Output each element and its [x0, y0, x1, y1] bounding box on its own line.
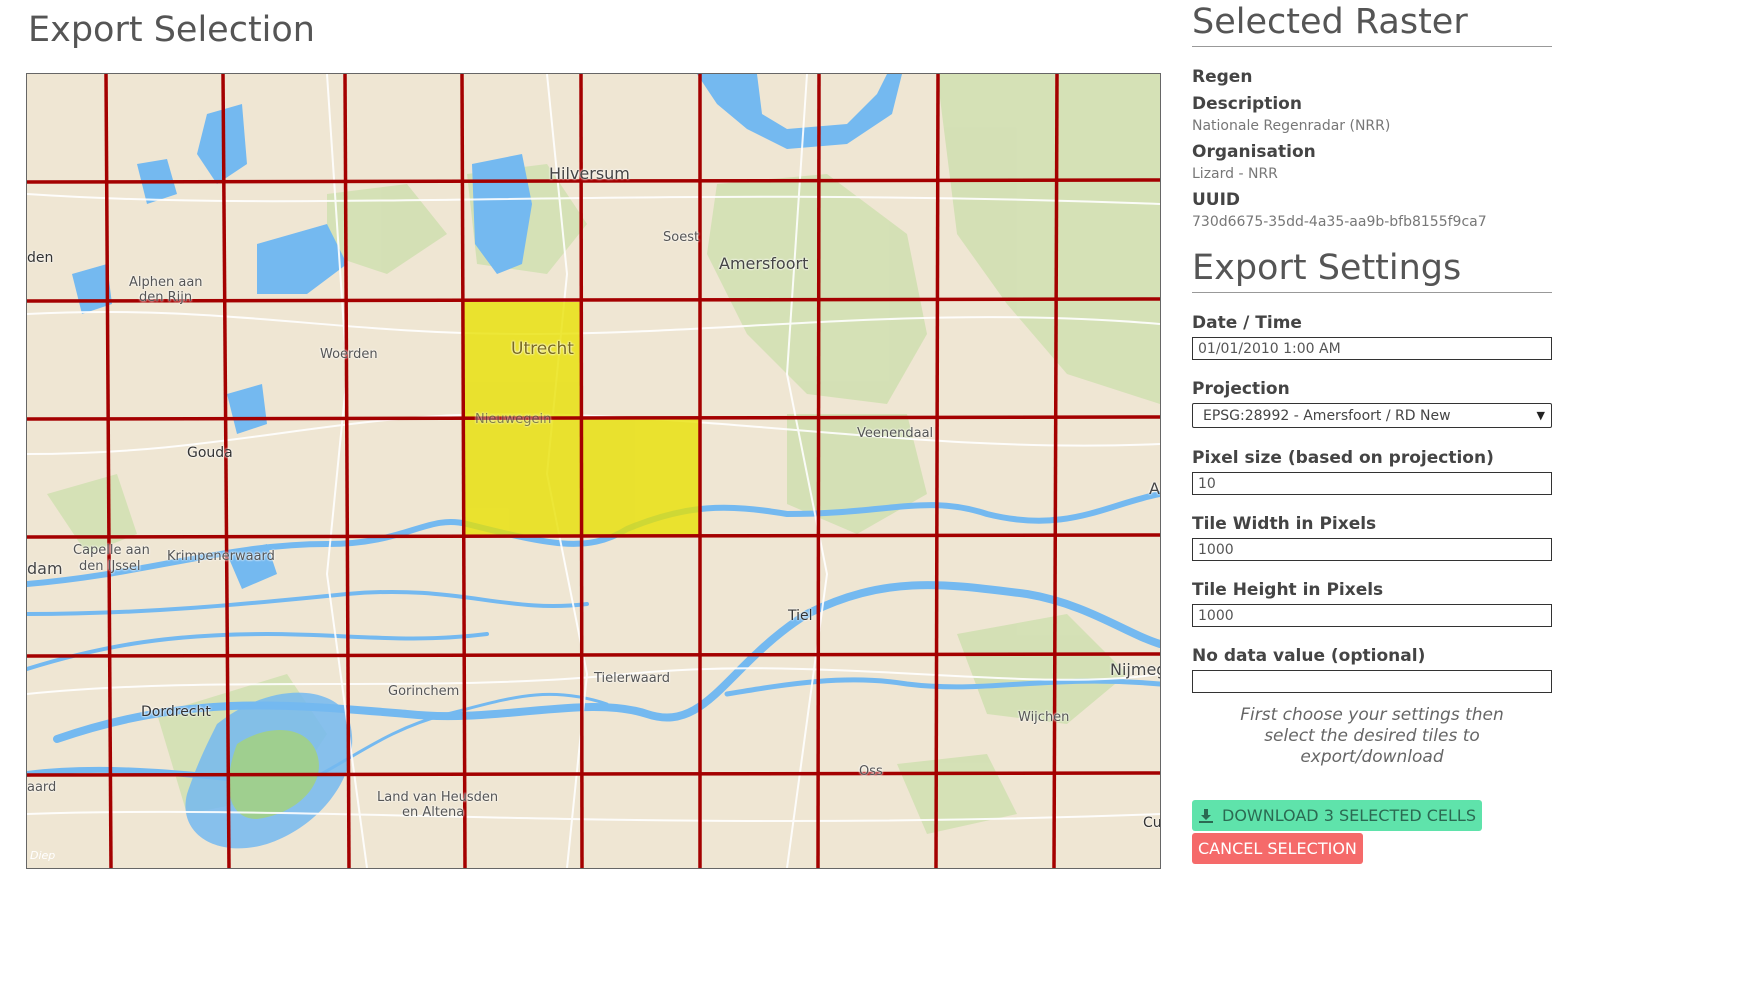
cancel-selection-button[interactable]: CANCEL SELECTION: [1192, 833, 1363, 864]
projection-select-value: EPSG:28992 - Amersfoort / RD New: [1203, 407, 1451, 424]
raster-name: Regen: [1192, 67, 1253, 87]
export-page: Export Selection Hilversum Soest Amersfo…: [0, 0, 1757, 983]
map-label-tiel: Tiel: [788, 608, 813, 624]
map-label-alphen-2: den Rijn: [139, 290, 193, 305]
map-label-krimpenerwaard: Krimpenerwaard: [167, 549, 275, 564]
map-label-rotterdam: dam: [27, 559, 63, 578]
organisation-label: Organisation: [1192, 142, 1316, 162]
chevron-down-icon: ▼: [1536, 409, 1545, 422]
map-label-cuijk: Cu: [1143, 815, 1161, 831]
hint-line-1: First choose your settings then: [1240, 705, 1504, 725]
map-label-amersfoort: Amersfoort: [719, 254, 809, 273]
map-label-dordrecht: Dordrecht: [141, 704, 211, 720]
map-label-tielerwaard: Tielerwaard: [594, 671, 671, 686]
download-selected-button[interactable]: DOWNLOAD 3 SELECTED CELLS: [1192, 800, 1482, 831]
map-label-hilversum: Hilversum: [549, 164, 630, 183]
tile-height-label: Tile Height in Pixels: [1192, 580, 1384, 600]
tile-width-label: Tile Width in Pixels: [1192, 514, 1377, 534]
description-value: Nationale Regenradar (NRR): [1192, 118, 1391, 134]
map-label-soest: Soest: [663, 230, 700, 245]
map-label-nieuwegein: Nieuwegein: [475, 412, 552, 427]
map-attribution: Diep: [30, 849, 56, 862]
hint-text: First choose your settings then select t…: [1192, 705, 1552, 768]
map-label-alphen: Alphen aan: [129, 275, 203, 290]
tile-height-input[interactable]: [1192, 604, 1552, 627]
uuid-label: UUID: [1192, 190, 1241, 210]
selected-raster-title: Selected Raster: [1192, 0, 1552, 47]
download-icon: [1198, 808, 1214, 824]
projection-select[interactable]: EPSG:28992 - Amersfoort / RD New ▼: [1192, 403, 1552, 428]
projection-label: Projection: [1192, 379, 1290, 399]
description-label: Description: [1192, 94, 1302, 114]
map-label-wijchen: Wijchen: [1018, 710, 1070, 725]
map-label-arnhem: A: [1149, 479, 1160, 498]
export-settings-title: Export Settings: [1192, 246, 1552, 293]
organisation-value: Lizard - NRR: [1192, 166, 1278, 182]
map-label-nijmegen: Nijmeg: [1110, 660, 1161, 679]
hint-line-2: select the desired tiles to: [1264, 726, 1480, 746]
map-label-capelle-2: den IJssel: [79, 559, 141, 574]
map-label-veenendaal: Veenendaal: [857, 426, 934, 441]
map-label-breda: aard: [27, 780, 57, 795]
map-label-capelle: Capelle aan: [73, 543, 150, 558]
datetime-label: Date / Time: [1192, 313, 1302, 333]
map-label-utrecht: Utrecht: [511, 339, 574, 359]
map-label-land-heusden: Land van Heusden: [377, 790, 499, 805]
pixel-size-input[interactable]: [1192, 472, 1552, 495]
map-canvas: [27, 74, 1160, 868]
map-label-oss: Oss: [859, 764, 883, 779]
cancel-label: CANCEL SELECTION: [1198, 839, 1357, 858]
tile-width-input[interactable]: [1192, 538, 1552, 561]
map-label-gouda: Gouda: [187, 445, 233, 461]
map-view[interactable]: Hilversum Soest Amersfoort den Alphen aa…: [26, 73, 1161, 869]
map-label-leiden: den: [27, 250, 54, 266]
datetime-input[interactable]: [1192, 337, 1552, 360]
sidebar: Selected Raster Regen Description Nation…: [1192, 0, 1552, 768]
pixel-size-label: Pixel size (based on projection): [1192, 448, 1494, 468]
map-label-land-heusden-2: en Altena: [402, 805, 465, 820]
map-label-gorinchem: Gorinchem: [388, 684, 460, 699]
nodata-input[interactable]: [1192, 670, 1552, 693]
map-label-woerden: Woerden: [320, 347, 378, 362]
nodata-label: No data value (optional): [1192, 646, 1426, 666]
page-title: Export Selection: [28, 10, 315, 50]
download-label: DOWNLOAD 3 SELECTED CELLS: [1222, 806, 1476, 825]
hint-line-3: export/download: [1300, 747, 1444, 767]
uuid-value: 730d6675-35dd-4a35-aa9b-bfb8155f9ca7: [1192, 214, 1487, 230]
